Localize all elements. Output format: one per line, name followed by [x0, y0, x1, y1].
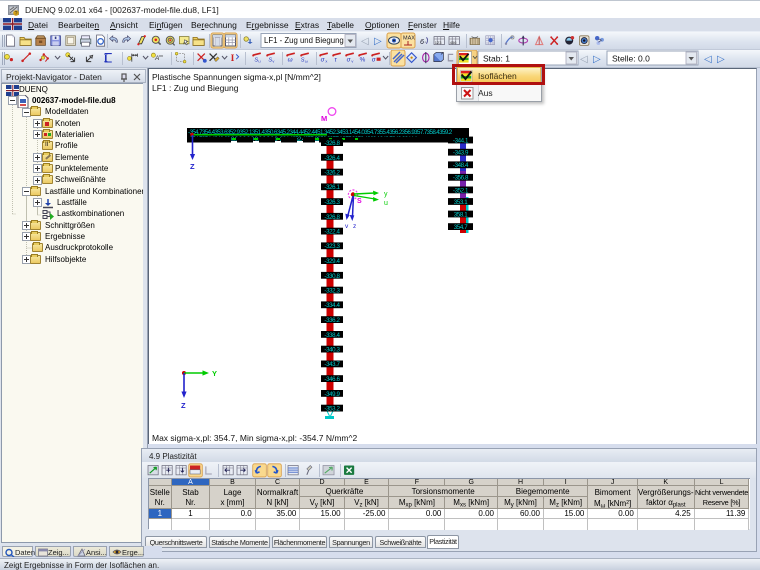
svg-text:456: 456	[450, 40, 457, 45]
svg-text:-329.4: -329.4	[324, 258, 340, 265]
svg-text:v: v	[272, 58, 274, 63]
svg-text:u: u	[384, 200, 388, 207]
svg-text:354.7: 354.7	[454, 224, 468, 231]
svg-text:y: y	[384, 191, 388, 198]
svg-text:S: S	[357, 198, 362, 205]
svg-text:σ: σ	[372, 57, 377, 64]
svg-text:-340.3: -340.3	[324, 347, 340, 354]
svg-text:-349.9: -349.9	[324, 391, 340, 398]
svg-text:-323.3: -323.3	[324, 243, 340, 250]
svg-text:xx: xx	[159, 53, 163, 58]
svg-text:-332.3: -332.3	[324, 288, 340, 295]
svg-text:-338.4: -338.4	[324, 332, 340, 339]
svg-text:Z: Z	[181, 401, 186, 410]
svg-text:-326.4: -326.4	[324, 155, 340, 162]
svg-text:-326.2: -326.2	[324, 170, 340, 177]
svg-text:-353.2: -353.2	[324, 406, 340, 413]
svg-text:Z: Z	[190, 162, 195, 171]
svg-text:?: ?	[15, 11, 18, 16]
svg-text:-346.6: -346.6	[324, 376, 340, 383]
svg-text:-348.4: -348.4	[453, 162, 469, 169]
svg-text:-336.2: -336.2	[324, 317, 340, 324]
svg-text:τ: τ	[334, 57, 337, 64]
svg-text:v: v	[345, 223, 349, 230]
svg-text:-322.4: -322.4	[324, 229, 340, 236]
svg-text:-326.3: -326.3	[324, 199, 340, 206]
svg-text:-330.8: -330.8	[324, 273, 340, 280]
svg-text:▷: ▷	[374, 36, 382, 47]
svg-text:-334.4: -334.4	[324, 302, 340, 309]
svg-text:Y: Y	[212, 369, 217, 378]
svg-text:%: %	[360, 57, 366, 64]
svg-text:▷: ▷	[593, 54, 601, 65]
svg-text:◁: ◁	[580, 54, 588, 65]
svg-text:-326.1: -326.1	[324, 184, 340, 191]
svg-text:358.1: 358.1	[454, 211, 468, 218]
svg-text:ω: ω	[305, 58, 308, 63]
svg-text:v: v	[351, 58, 353, 63]
svg-text:I: I	[231, 53, 235, 64]
svg-text:z: z	[353, 223, 356, 230]
svg-text:6·: 6·	[420, 37, 426, 46]
svg-text:▷: ▷	[717, 54, 725, 65]
svg-text:◁: ◁	[704, 54, 712, 65]
svg-text:353.1: 353.1	[454, 199, 468, 206]
svg-text:x: x	[325, 58, 327, 63]
svg-text:ω: ω	[288, 57, 293, 64]
svg-text:-343.7: -343.7	[324, 361, 340, 368]
svg-text:-326.8: -326.8	[324, 214, 340, 221]
svg-text:123: 123	[435, 40, 442, 45]
svg-text:MAX: MAX	[403, 36, 415, 42]
svg-text:I: I	[104, 54, 108, 65]
svg-text:-344.1: -344.1	[453, 137, 469, 144]
svg-text:M: M	[321, 114, 327, 123]
svg-text:-326.8: -326.8	[324, 140, 340, 147]
svg-text:◁: ◁	[361, 36, 369, 47]
svg-text:-356.8: -356.8	[453, 175, 469, 182]
svg-text:LF1 - Zug und Biegung: LF1 - Zug und Biegung	[264, 36, 344, 45]
svg-text:Stab: 1: Stab: 1	[483, 54, 510, 64]
svg-text:-352.1: -352.1	[453, 187, 469, 194]
svg-text:u: u	[258, 58, 260, 63]
svg-text:-343.9: -343.9	[453, 150, 469, 157]
svg-text:Stelle: 0.0: Stelle: 0.0	[612, 54, 650, 64]
